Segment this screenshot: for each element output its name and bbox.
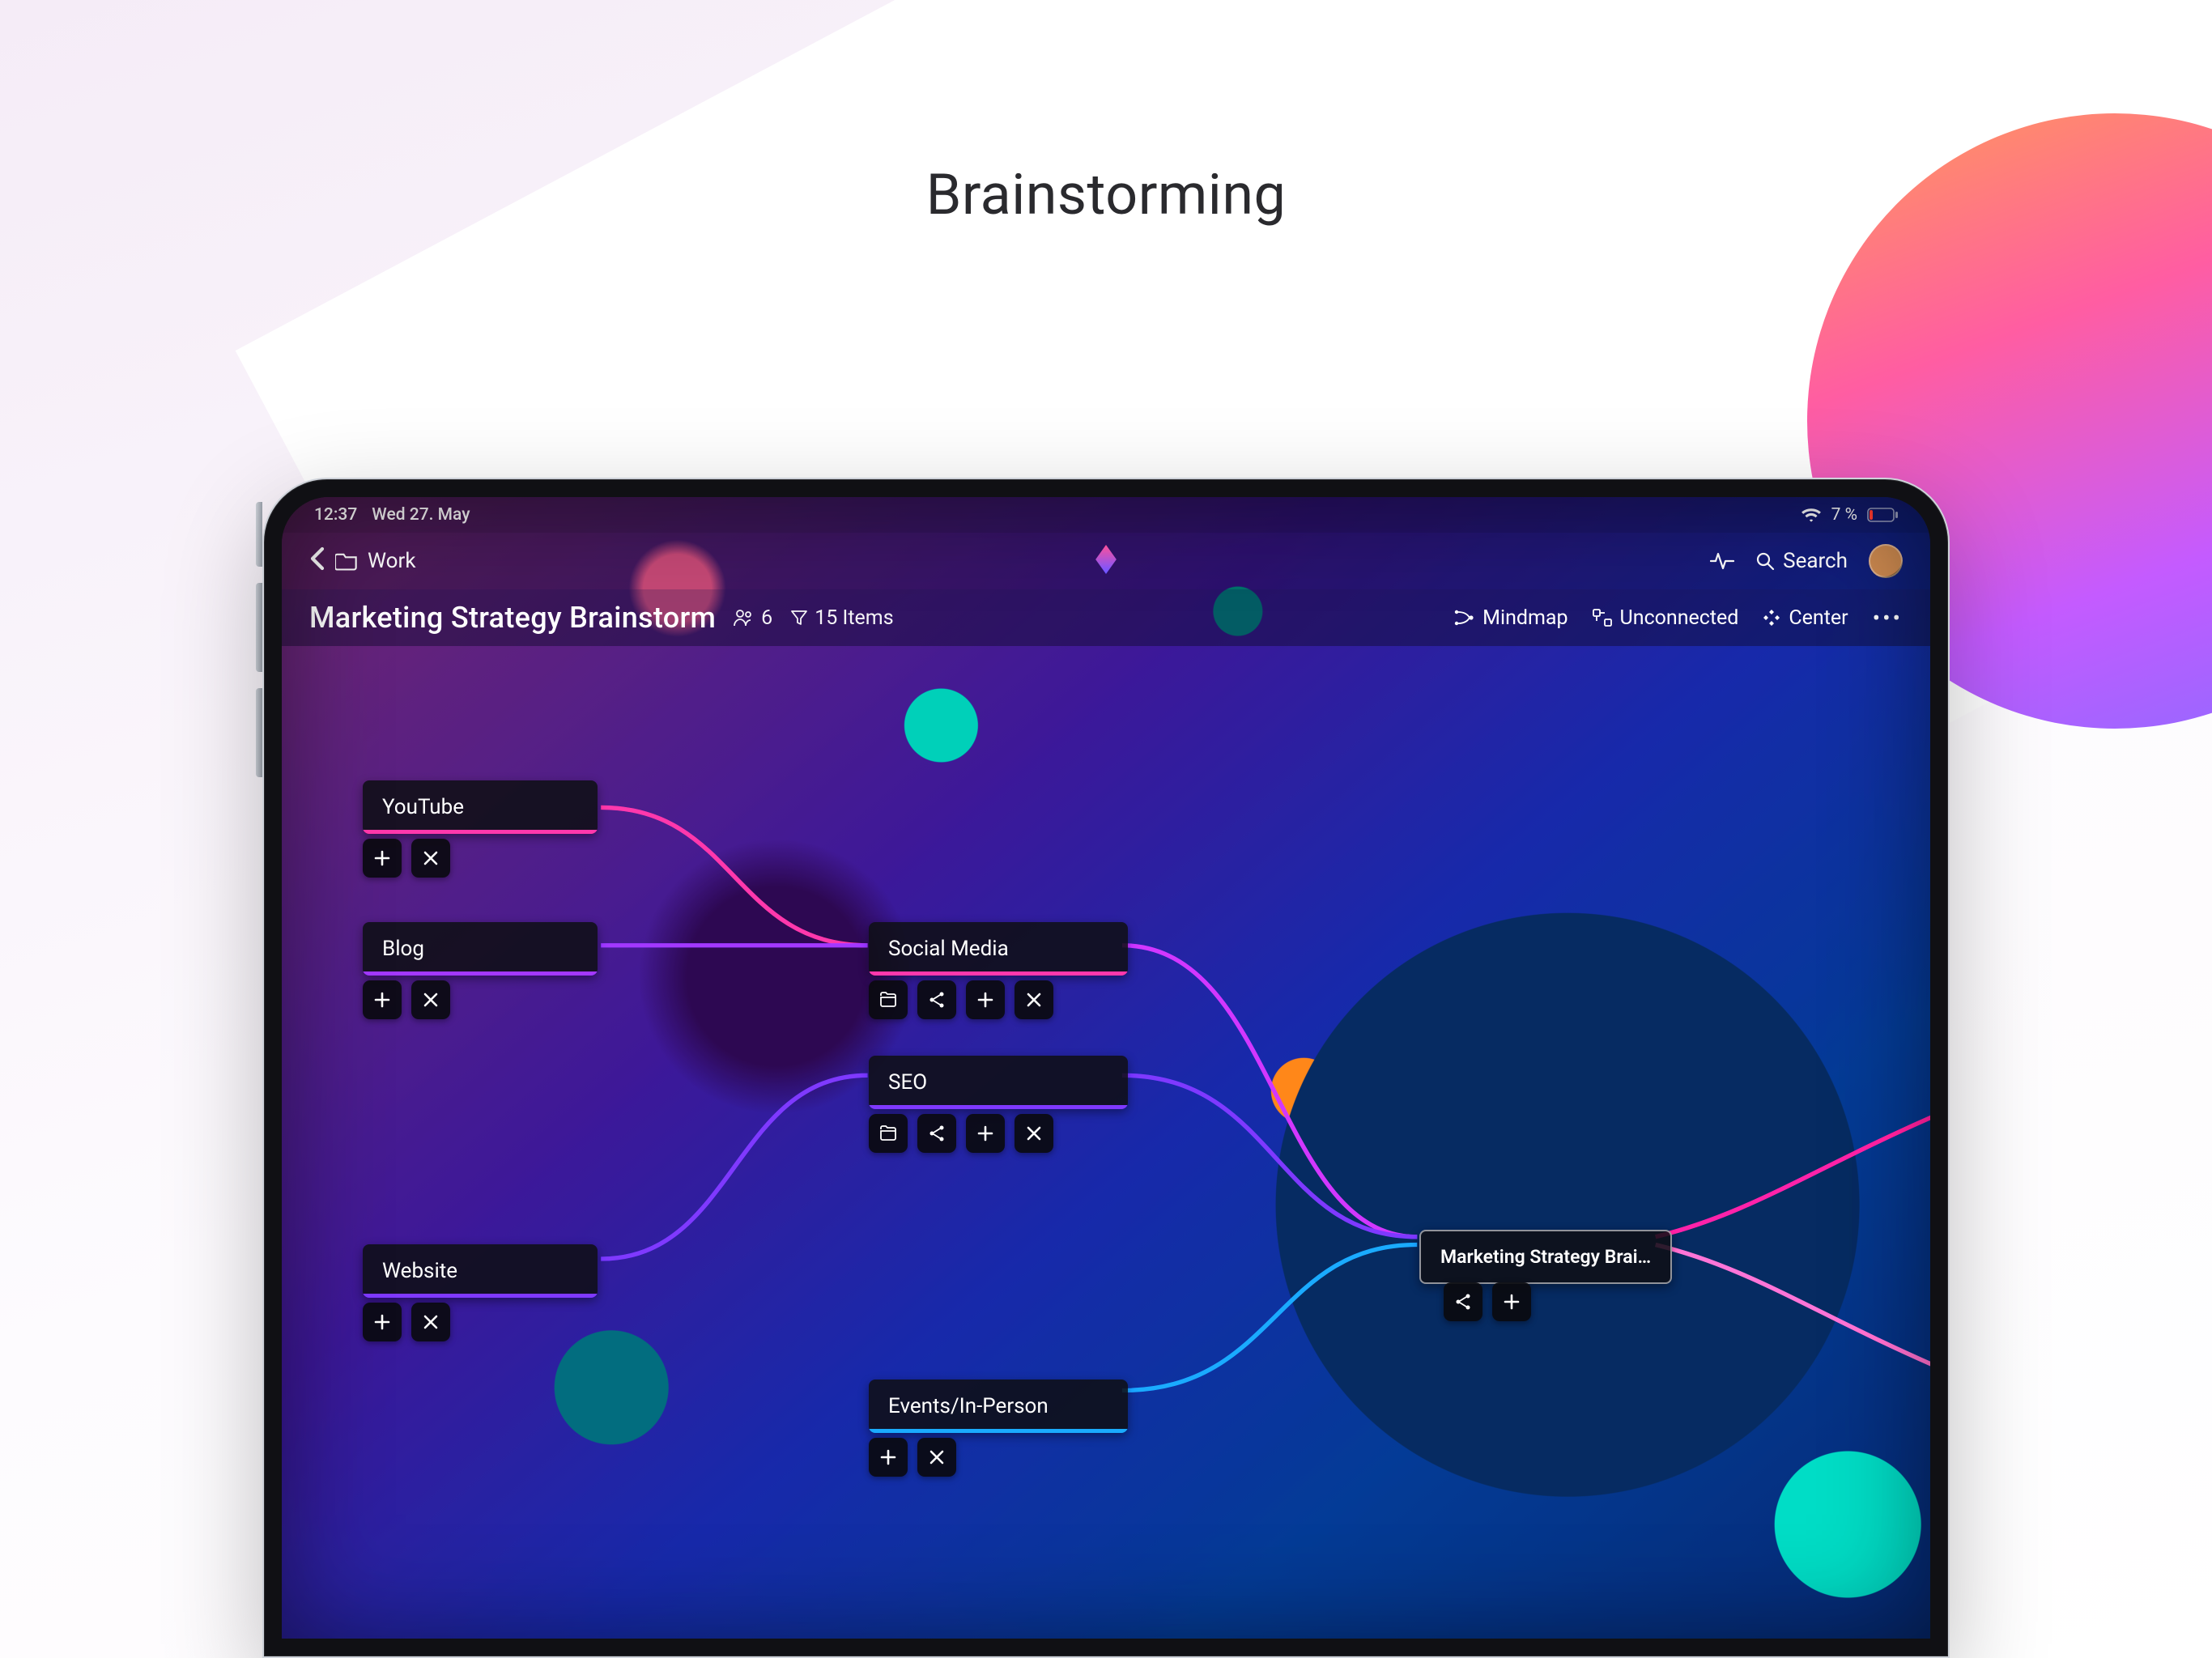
center-button[interactable]: Center (1763, 606, 1848, 630)
node-add-button[interactable] (1492, 1282, 1531, 1321)
status-bar: 12:37 Wed 27. May 7 % (282, 497, 1930, 533)
node-add-button[interactable] (363, 839, 402, 878)
tablet-mockup: 12:37 Wed 27. May 7 % (262, 478, 1950, 1658)
wifi-icon (1801, 507, 1822, 523)
doc-title: Marketing Strategy Brainstorm (309, 601, 716, 635)
mindmap-canvas[interactable]: YouTube Blog (282, 646, 1930, 1639)
items-count[interactable]: 15 Items (790, 606, 893, 630)
app-screen: 12:37 Wed 27. May 7 % (282, 497, 1930, 1639)
filter-icon (790, 609, 808, 627)
node-close-button[interactable] (1015, 1114, 1053, 1153)
node-expand-button[interactable] (869, 1114, 908, 1153)
node-close-button[interactable] (1015, 980, 1053, 1019)
center-icon (1763, 609, 1780, 627)
tablet-side-button (256, 688, 262, 777)
page-title: Brainstorming (0, 162, 2212, 228)
people-count[interactable]: 6 (734, 606, 772, 630)
unconnected-icon (1593, 609, 1612, 627)
people-icon (734, 609, 755, 627)
node-close-button[interactable] (411, 980, 450, 1019)
app-logo-icon (1095, 545, 1117, 577)
node-close-button[interactable] (411, 839, 450, 878)
view-mindmap-button[interactable]: Mindmap (1453, 606, 1568, 630)
tablet-side-button (256, 583, 262, 672)
node-social-media[interactable]: Social Media (869, 922, 1128, 976)
node-add-button[interactable] (966, 1114, 1005, 1153)
status-date: Wed 27. May (372, 505, 470, 525)
avatar[interactable] (1869, 544, 1903, 578)
node-blog[interactable]: Blog (363, 922, 598, 976)
search-button[interactable]: Search (1755, 549, 1848, 573)
search-label: Search (1783, 549, 1848, 573)
node-close-button[interactable] (917, 1438, 956, 1477)
mindmap-icon (1453, 609, 1474, 627)
activity-icon[interactable] (1710, 551, 1734, 571)
more-button[interactable]: ••• (1873, 605, 1903, 631)
node-add-button[interactable] (869, 1438, 908, 1477)
node-seo[interactable]: SEO (869, 1056, 1128, 1109)
node-expand-button[interactable] (869, 980, 908, 1019)
node-add-button[interactable] (363, 1303, 402, 1341)
app-nav-bar: Work Search (282, 533, 1930, 589)
node-add-button[interactable] (363, 980, 402, 1019)
node-youtube[interactable]: YouTube (363, 780, 598, 834)
battery-icon (1867, 508, 1898, 522)
node-website[interactable]: Website (363, 1244, 598, 1298)
view-unconnected-button[interactable]: Unconnected (1593, 606, 1739, 630)
tablet-side-button (256, 502, 262, 567)
folder-icon (335, 551, 358, 571)
node-add-button[interactable] (966, 980, 1005, 1019)
doc-header: Marketing Strategy Brainstorm 6 15 Items (282, 589, 1930, 646)
node-events[interactable]: Events/In-Person (869, 1380, 1128, 1433)
node-close-button[interactable] (411, 1303, 450, 1341)
node-share-button[interactable] (1444, 1282, 1482, 1321)
status-time: 12:37 (314, 505, 357, 525)
node-share-button[interactable] (917, 1114, 956, 1153)
back-button[interactable] (309, 546, 325, 576)
folder-name[interactable]: Work (368, 549, 416, 573)
status-battery-percent: 7 % (1831, 505, 1857, 525)
node-share-button[interactable] (917, 980, 956, 1019)
node-root[interactable]: Marketing Strategy Brai… (1419, 1230, 1672, 1284)
